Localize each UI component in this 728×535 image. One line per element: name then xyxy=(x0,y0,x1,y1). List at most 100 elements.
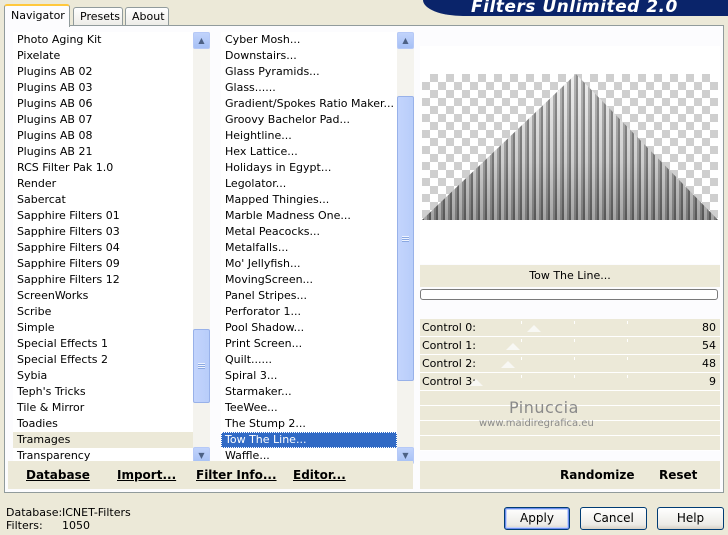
category-list-item[interactable]: Toadies xyxy=(13,416,193,432)
control-row-1[interactable]: Control 1: 54 xyxy=(420,337,720,355)
filters-label: Filters: xyxy=(6,519,43,532)
scroll-thumb[interactable] xyxy=(397,96,414,381)
control-row-3[interactable]: Control 3: 9 xyxy=(420,373,720,391)
filter-list-item[interactable]: Holidays in Egypt... xyxy=(221,160,397,176)
help-button[interactable]: Help xyxy=(657,507,724,530)
filter-list-item[interactable]: Starmaker... xyxy=(221,384,397,400)
category-list-item[interactable]: Plugins AB 21 xyxy=(13,144,193,160)
category-list-item[interactable]: Render xyxy=(13,176,193,192)
category-list-item[interactable]: Plugins AB 08 xyxy=(13,128,193,144)
category-list-item[interactable]: Plugins AB 03 xyxy=(13,80,193,96)
slider-thumb[interactable] xyxy=(469,379,484,386)
preview-area xyxy=(420,46,720,264)
scroll-up-arrow-icon[interactable]: ▲ xyxy=(397,32,414,49)
filter-list-item[interactable]: Tow The Line... xyxy=(221,432,397,448)
control-slider[interactable] xyxy=(468,355,680,373)
control-slider[interactable] xyxy=(468,373,680,391)
control-row-empty xyxy=(420,436,720,451)
control-row-2[interactable]: Control 2: 48 xyxy=(420,355,720,373)
filter-list-item[interactable]: Metalfalls... xyxy=(221,240,397,256)
filter-scrollbar[interactable]: ▲ ▼ xyxy=(397,32,414,464)
category-list-item[interactable]: Sapphire Filters 03 xyxy=(13,224,193,240)
filter-list-item[interactable]: Pool Shadow... xyxy=(221,320,397,336)
watermark-url: www.maidiregrafica.eu xyxy=(479,418,594,429)
filter-list-item[interactable]: Perforator 1... xyxy=(221,304,397,320)
category-list-item[interactable]: ScreenWorks xyxy=(13,288,193,304)
control-slider[interactable] xyxy=(468,319,680,337)
filter-list-item[interactable]: Glass...... xyxy=(221,80,397,96)
slider-thumb[interactable] xyxy=(501,361,516,368)
category-list[interactable]: Photo Aging Kit Pixelate Plugins AB 02 Plug… xyxy=(13,32,210,464)
filter-list[interactable]: Cyber Mosh... Downstairs... Glass Pyramids… xyxy=(221,32,414,464)
filter-list-item[interactable]: MovingScreen... xyxy=(221,272,397,288)
category-list-item[interactable]: Plugins AB 06 xyxy=(13,96,193,112)
tab-navigator[interactable]: Navigator xyxy=(4,4,70,27)
filter-list-item[interactable]: Legolator... xyxy=(221,176,397,192)
slider-thumb[interactable] xyxy=(526,325,541,332)
reset-button[interactable]: Reset xyxy=(659,468,697,482)
tab-about[interactable]: About xyxy=(125,7,169,26)
control-slider[interactable] xyxy=(468,337,680,355)
right-action-bar: Randomize Reset xyxy=(420,461,720,489)
footer-info: Database:ICNET-Filters Filters: 1050 xyxy=(6,506,131,532)
cancel-button[interactable]: Cancel xyxy=(580,507,647,530)
control-value: 54 xyxy=(702,339,716,352)
category-list-item[interactable]: Sapphire Filters 01 xyxy=(13,208,193,224)
filter-list-item[interactable]: Downstairs... xyxy=(221,48,397,64)
filter-list-item[interactable]: Panel Stripes... xyxy=(221,288,397,304)
filter-list-item[interactable]: Quilt...... xyxy=(221,352,397,368)
apply-button[interactable]: Apply xyxy=(504,507,570,530)
category-list-item[interactable]: Teph's Tricks xyxy=(13,384,193,400)
app-title-banner: Filters Unlimited 2.0 xyxy=(423,0,728,16)
category-list-item[interactable]: Plugins AB 07 xyxy=(13,112,193,128)
import-button[interactable]: Import... xyxy=(117,468,176,482)
filter-list-item[interactable]: TeeWee... xyxy=(221,400,397,416)
control-value: 48 xyxy=(702,357,716,370)
category-list-item[interactable]: Sapphire Filters 04 xyxy=(13,240,193,256)
filter-list-item[interactable]: Mo' Jellyfish... xyxy=(221,256,397,272)
category-list-item[interactable]: Sapphire Filters 12 xyxy=(13,272,193,288)
category-list-item[interactable]: Tile & Mirror xyxy=(13,400,193,416)
watermark-name: Pinuccia xyxy=(509,398,579,417)
control-row-0[interactable]: Control 0: 80 xyxy=(420,319,720,337)
editor-button[interactable]: Editor... xyxy=(293,468,346,482)
category-list-item[interactable]: Simple xyxy=(13,320,193,336)
filter-list-item[interactable]: Heightline... xyxy=(221,128,397,144)
filter-list-item[interactable]: Spiral 3... xyxy=(221,368,397,384)
category-list-item[interactable]: Special Effects 1 xyxy=(13,336,193,352)
import-button-label: Import... xyxy=(117,468,177,482)
category-list-item[interactable]: RCS Filter Pak 1.0 xyxy=(13,160,193,176)
filter-list-item[interactable]: Mapped Thingies... xyxy=(221,192,397,208)
category-list-item[interactable]: Sapphire Filters 09 xyxy=(13,256,193,272)
filter-list-item[interactable]: The Stump 2... xyxy=(221,416,397,432)
database-button[interactable]: Database xyxy=(26,468,90,482)
filter-list-item[interactable]: Print Screen... xyxy=(221,336,397,352)
category-list-item[interactable]: Sybia xyxy=(13,368,193,384)
category-scrollbar[interactable]: ▲ ▼ xyxy=(193,32,210,464)
filter-list-item[interactable]: Cyber Mosh... xyxy=(221,32,397,48)
category-list-item[interactable]: Pixelate xyxy=(13,48,193,64)
scroll-thumb[interactable] xyxy=(193,329,210,403)
slider-thumb[interactable] xyxy=(505,343,520,350)
editor-button-label: Editor... xyxy=(293,468,346,482)
filter-list-item[interactable]: Metal Peacocks... xyxy=(221,224,397,240)
filter-list-items: Cyber Mosh... Downstairs... Glass Pyramids… xyxy=(221,32,397,464)
filter-list-item[interactable]: Groovy Bachelor Pad... xyxy=(221,112,397,128)
control-value: 9 xyxy=(709,375,716,388)
category-list-item[interactable]: Scribe xyxy=(13,304,193,320)
filter-info-button[interactable]: Filter Info... xyxy=(196,468,277,482)
database-value: ICNET-Filters xyxy=(62,506,131,519)
filter-list-item[interactable]: Hex Lattice... xyxy=(221,144,397,160)
category-list-item[interactable]: Sabercat xyxy=(13,192,193,208)
category-list-item[interactable]: Special Effects 2 xyxy=(13,352,193,368)
randomize-button[interactable]: Randomize xyxy=(560,468,634,482)
filter-list-item[interactable]: Glass Pyramids... xyxy=(221,64,397,80)
tab-presets[interactable]: Presets xyxy=(73,7,123,26)
category-list-item[interactable]: Photo Aging Kit xyxy=(13,32,193,48)
preview-image xyxy=(422,74,718,220)
filter-list-item[interactable]: Marble Madness One... xyxy=(221,208,397,224)
scroll-up-arrow-icon[interactable]: ▲ xyxy=(193,32,210,49)
category-list-item[interactable]: Plugins AB 02 xyxy=(13,64,193,80)
filter-list-item[interactable]: Gradient/Spokes Ratio Maker... xyxy=(221,96,397,112)
category-list-item[interactable]: Tramages xyxy=(13,432,193,448)
